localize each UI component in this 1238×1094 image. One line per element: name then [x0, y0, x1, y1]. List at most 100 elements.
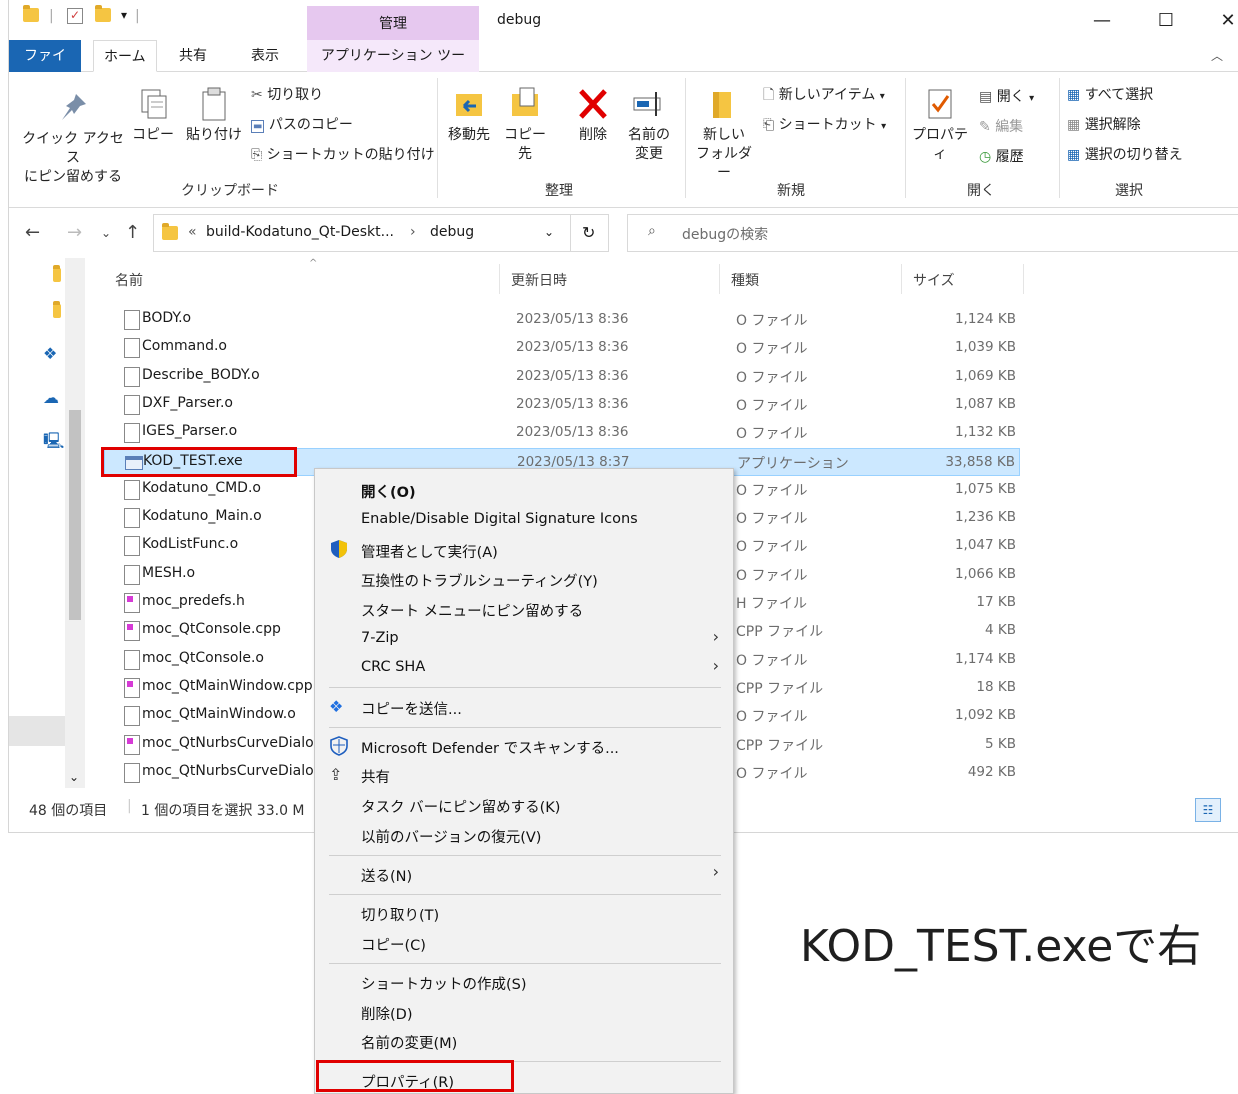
new-folder-quick-icon[interactable] — [95, 5, 111, 26]
this-pc-icon[interactable]: 🖳 — [43, 430, 64, 457]
group-separator — [685, 78, 686, 198]
invert-selection-button[interactable]: ▦ 選択の切り替え — [1067, 144, 1183, 164]
file-row[interactable]: Describe_BODY.o 2023/05/13 8:36 O ファイル 1,06… — [104, 363, 1020, 391]
file-type: O ファイル — [736, 567, 808, 584]
customize-quick-access-icon[interactable]: ▾ — [121, 8, 127, 22]
menu-restore-previous[interactable]: 以前のバージョンの復元(V) — [361, 826, 541, 847]
up-arrow-icon[interactable]: ↑ — [125, 222, 140, 243]
pin-quick-access-button[interactable]: クイック アクセス にピン留めする — [19, 90, 127, 187]
scroll-down-icon[interactable]: ⌄ — [69, 770, 79, 784]
shortcut-button[interactable]: ⎗ ショートカット ▾ — [763, 114, 886, 134]
menu-open[interactable]: 開く(O) — [361, 481, 416, 502]
delete-button[interactable]: 削除 — [571, 86, 615, 145]
search-box[interactable]: ⌕ debugの検索 — [627, 214, 1238, 252]
separator: | — [49, 8, 54, 24]
tab-home[interactable]: ホーム — [93, 40, 157, 72]
menu-7zip[interactable]: 7-Zip — [361, 630, 399, 646]
new-folder-button[interactable]: 新しい フォルダー — [691, 86, 757, 183]
menu-run-as-admin[interactable]: 管理者として実行(A) — [361, 541, 498, 562]
recent-locations-icon[interactable]: ⌄ — [101, 226, 111, 240]
collapse-ribbon-icon[interactable]: ︿ — [1201, 40, 1233, 72]
edit-button[interactable]: ✎ 編集 — [979, 116, 1023, 136]
back-arrow-icon[interactable]: ← — [25, 222, 40, 243]
quick-access-folder-icon[interactable] — [53, 265, 61, 286]
menu-pin-taskbar[interactable]: タスク バーにピン留めする(K) — [361, 796, 560, 817]
address-field[interactable]: « build-Kodatuno_Qt-Deskt... › debug ⌄ ↻ — [153, 214, 609, 252]
menu-create-shortcut[interactable]: ショートカットの作成(S) — [361, 973, 527, 994]
forward-arrow-icon[interactable]: → — [67, 222, 82, 243]
copy-button[interactable]: コピー — [131, 86, 175, 145]
maximize-button[interactable]: ☐ — [1143, 6, 1189, 36]
file-type: CPP ファイル — [736, 737, 824, 754]
file-type: O ファイル — [736, 539, 808, 556]
paste-label: 貼り付け — [186, 127, 242, 143]
minimize-button[interactable]: — — [1079, 6, 1125, 36]
select-all-button[interactable]: ▦ すべて選択 — [1067, 84, 1153, 104]
tab-application-tools[interactable]: アプリケーション ツール — [307, 40, 479, 96]
menu-share[interactable]: 共有 — [361, 766, 390, 787]
file-type: CPP ファイル — [736, 680, 824, 697]
cut-button[interactable]: ✂ 切り取り — [251, 84, 323, 104]
menu-troubleshoot[interactable]: 互換性のトラブルシューティング(Y) — [361, 570, 598, 591]
close-button[interactable]: ✕ — [1205, 6, 1238, 36]
column-date[interactable]: 更新日時 — [511, 270, 567, 290]
breadcrumb-parent[interactable]: build-Kodatuno_Qt-Deskt... — [206, 224, 394, 240]
file-row[interactable]: DXF_Parser.o 2023/05/13 8:36 O ファイル 1,087 K… — [104, 391, 1020, 419]
file-size: 4 KB — [985, 622, 1016, 639]
folder-icon[interactable] — [23, 5, 39, 26]
onedrive-icon[interactable]: ☁ — [43, 388, 59, 407]
column-name[interactable]: 名前 — [115, 270, 143, 290]
file-size: 1,174 KB — [954, 650, 1016, 667]
menu-crc-sha[interactable]: CRC SHA — [361, 659, 425, 675]
share-icon: ⇪ — [329, 765, 343, 784]
new-item-button[interactable]: 🗋 新しいアイテム ▾ — [763, 84, 885, 108]
paste-button[interactable]: 貼り付け — [183, 86, 245, 145]
column-separator[interactable] — [719, 264, 720, 294]
menu-copy[interactable]: コピー(C) — [361, 934, 426, 955]
copy-path-button[interactable]: ▬ パスのコピー — [251, 114, 353, 134]
menu-cut[interactable]: 切り取り(T) — [361, 904, 439, 925]
dropbox-icon[interactable]: ❖ — [43, 344, 57, 363]
refresh-icon[interactable]: ↻ — [582, 223, 595, 242]
menu-defender-scan[interactable]: Microsoft Defender でスキャンする... — [361, 737, 619, 758]
column-separator[interactable] — [901, 264, 902, 294]
breadcrumb-current[interactable]: debug — [430, 224, 474, 240]
open-button[interactable]: ▤ 開く ▾ — [979, 86, 1034, 106]
tab-file[interactable]: ファイル — [9, 40, 81, 96]
rename-icon — [633, 92, 661, 116]
menu-delete[interactable]: 削除(D) — [361, 1003, 412, 1024]
file-row[interactable]: Command.o 2023/05/13 8:36 O ファイル 1,039 KB — [104, 334, 1020, 362]
file-row[interactable]: IGES_Parser.o 2023/05/13 8:36 O ファイル 1,132 … — [104, 419, 1020, 447]
nav-item-selected[interactable] — [9, 716, 65, 746]
properties-button[interactable]: プロパティ — [907, 86, 973, 164]
file-name: moc_QtMainWindow.o — [142, 706, 296, 723]
select-none-button[interactable]: ▦ 選択解除 — [1067, 114, 1141, 134]
file-name: moc_predefs.h — [142, 593, 245, 609]
folder-icon — [162, 223, 178, 244]
column-type[interactable]: 種類 — [731, 270, 759, 290]
copy-to-button[interactable]: コピー先 — [499, 86, 551, 164]
move-to-button[interactable]: 移動先 — [443, 86, 495, 145]
folder-icon[interactable] — [53, 301, 61, 322]
file-row[interactable]: BODY.o 2023/05/13 8:36 O ファイル 1,124 KB — [104, 306, 1020, 334]
divider: | — [127, 798, 132, 814]
tab-view[interactable]: 表示 — [241, 40, 289, 72]
column-separator[interactable] — [1023, 264, 1024, 294]
paste-shortcut-button[interactable]: ⎘ ショートカットの貼り付け — [251, 144, 435, 164]
nav-scroll-thumb[interactable] — [69, 410, 81, 620]
menu-send-to[interactable]: 送る(N) — [361, 865, 412, 886]
menu-rename[interactable]: 名前の変更(M) — [361, 1032, 457, 1053]
menu-dropbox-send[interactable]: コピーを送信... — [361, 698, 462, 719]
details-view-icon[interactable]: ☷ — [1195, 798, 1221, 822]
properties-quick-icon[interactable]: ✓ — [67, 8, 83, 24]
rename-button[interactable]: 名前の 変更 — [621, 86, 677, 164]
file-name: IGES_Parser.o — [142, 423, 238, 440]
file-icon — [124, 564, 140, 585]
address-dropdown-icon[interactable]: ⌄ — [544, 225, 554, 239]
tab-share[interactable]: 共有 — [169, 40, 217, 72]
column-separator[interactable] — [499, 264, 500, 294]
menu-signature-icons[interactable]: Enable/Disable Digital Signature Icons — [361, 511, 638, 527]
menu-pin-start[interactable]: スタート メニューにピン留めする — [361, 600, 583, 621]
history-button[interactable]: ◷ 履歴 — [979, 146, 1024, 166]
column-size[interactable]: サイズ — [913, 270, 955, 290]
